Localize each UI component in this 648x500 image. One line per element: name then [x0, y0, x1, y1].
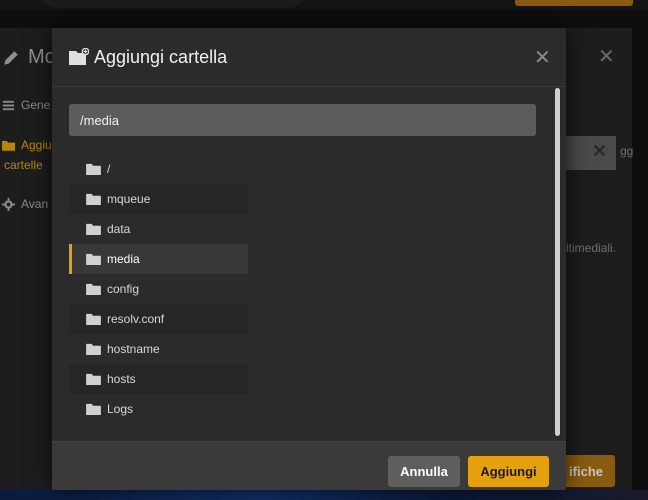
- dialog-title: Aggiungi cartella: [94, 47, 228, 67]
- nav-general: Gene: [2, 98, 50, 112]
- folder-icon: [86, 193, 101, 205]
- folder-item-label: mqueue: [107, 192, 151, 206]
- taskbar-strip: [0, 490, 648, 500]
- menu-icon: [2, 100, 15, 110]
- gear-icon: [2, 197, 15, 211]
- folder-item[interactable]: Logs: [69, 394, 248, 424]
- folder-item[interactable]: media: [69, 244, 248, 274]
- folder-item-label: Logs: [107, 402, 134, 416]
- close-icon[interactable]: ✕: [534, 45, 551, 70]
- clear-icon: ✕: [592, 141, 608, 161]
- background-side-text: gg: [620, 144, 634, 158]
- folder-item[interactable]: mqueue: [69, 184, 248, 214]
- folder-icon: [2, 140, 15, 151]
- background-input: [566, 136, 616, 170]
- folder-icon: [86, 373, 101, 385]
- path-input[interactable]: /media: [69, 104, 536, 136]
- folder-item-label: media: [107, 252, 140, 266]
- cancel-button[interactable]: Annulla: [388, 456, 460, 487]
- background-description: ltimediali.: [566, 241, 617, 255]
- folder-icon: [86, 313, 101, 325]
- folder-item[interactable]: resolv.conf: [69, 304, 248, 334]
- folder-icon: [86, 343, 101, 355]
- folder-item-label: hosts: [107, 372, 136, 386]
- folder-icon: [86, 283, 101, 295]
- folder-icon: [86, 253, 101, 265]
- top-action-button: [515, 0, 633, 6]
- folder-icon: [86, 223, 101, 235]
- folder-item[interactable]: config: [69, 274, 248, 304]
- folder-item[interactable]: hosts: [69, 364, 248, 394]
- pencil-icon: [4, 50, 18, 65]
- folder-icon: [86, 163, 101, 175]
- header-divider: [52, 86, 566, 87]
- scrollbar-thumb[interactable]: [555, 88, 560, 436]
- dialog-header: Aggiungi cartella ✕: [52, 28, 566, 86]
- background-close-icon: ✕: [598, 46, 615, 68]
- folder-item-label: resolv.conf: [107, 312, 165, 326]
- folder-icon: [86, 403, 101, 415]
- nav-folders: Aggiu: [2, 138, 52, 152]
- top-search-bar: [40, 0, 305, 8]
- folder-item-label: hostname: [107, 342, 160, 356]
- add-button[interactable]: Aggiungi: [468, 456, 549, 487]
- folder-add-icon: [69, 48, 89, 65]
- nav-folders-label: Aggiu: [21, 138, 52, 152]
- nav-advanced-label: Avan: [21, 197, 49, 211]
- nav-advanced: Avan: [2, 197, 48, 211]
- nav-folders-label-line2: cartelle: [4, 158, 43, 172]
- background-title: Mo: [2, 46, 56, 69]
- nav-general-label: Gene: [21, 98, 51, 112]
- folder-item[interactable]: hostname: [69, 334, 248, 364]
- folder-item-label: data: [107, 222, 131, 236]
- add-folder-dialog: Aggiungi cartella ✕ /media / mqueue data me…: [52, 28, 566, 490]
- folder-item[interactable]: data: [69, 214, 248, 244]
- folder-item[interactable]: /: [69, 154, 248, 184]
- folder-item-label: /: [107, 162, 111, 176]
- folder-list: / mqueue data media config resolv.conf hostnam…: [69, 154, 248, 424]
- background-save-button: ifiche: [558, 455, 615, 487]
- folder-item-label: config: [107, 282, 140, 296]
